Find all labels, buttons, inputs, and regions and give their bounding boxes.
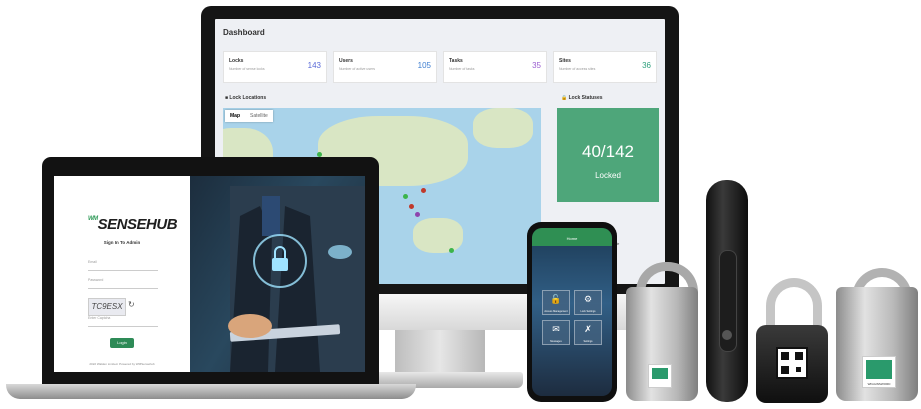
stat-label: Users (339, 58, 353, 64)
businessman-tablet-illustration (228, 186, 365, 372)
smartphone: Home 🔓 Access Management ⚙ Lock Settings ✉… (527, 222, 617, 402)
smart-cabinet-handle (706, 180, 748, 402)
stat-sub: Number of access sites (559, 67, 596, 71)
sensehub-logo: WMSENSEHUB (88, 216, 178, 233)
black-padlock (756, 325, 828, 403)
map-pin-icon[interactable] (415, 212, 420, 217)
lock-locations-heading: ■ Lock Locations (225, 95, 266, 101)
stat-value: 105 (417, 61, 431, 70)
signin-heading: Sign In To Admin (103, 240, 141, 245)
messages-tile[interactable]: ✉ Messages (542, 320, 570, 345)
laptop-base (6, 384, 416, 399)
password-field[interactable]: Password (88, 278, 158, 289)
stat-value: 35 (532, 61, 541, 70)
stat-card-users[interactable]: Users Number of active users 105 (333, 51, 437, 83)
email-field[interactable]: Email (88, 260, 158, 271)
stat-card-tasks[interactable]: Tasks Number of tasks 35 (443, 51, 547, 83)
refresh-icon[interactable]: ↻ (128, 300, 135, 309)
lock-statuses-heading: 🔒 Lock Statuses (561, 95, 603, 101)
tab-satellite[interactable]: Satellite (245, 110, 273, 122)
locked-status-card[interactable]: 40/142 Locked (557, 108, 659, 202)
lock-locations-title: Lock Locations (229, 95, 267, 101)
settings-tile[interactable]: ✗ Settings (574, 320, 602, 345)
map-pin-icon[interactable] (403, 194, 408, 199)
lock-icon: 🔒 (561, 95, 569, 101)
qr-code-icon (776, 347, 808, 379)
locked-label: Locked (595, 171, 621, 180)
login-button[interactable]: Login (110, 338, 134, 348)
tab-map[interactable]: Map (225, 110, 245, 122)
lock-statuses-title: Lock Statuses (568, 95, 603, 101)
map-type-tabs: Map Satellite (225, 110, 273, 122)
padlock-shackle (766, 278, 822, 331)
stat-label: Sites (559, 58, 571, 64)
brand-tag (648, 364, 672, 388)
app-header: Home (532, 228, 612, 246)
mobile-app-screen: Home 🔓 Access Management ⚙ Lock Settings ✉… (532, 228, 612, 396)
login-panel: WMSENSEHUB Sign In To Admin Email Passwo… (54, 176, 190, 372)
stat-label: Locks (229, 58, 244, 64)
hero-photo (190, 176, 365, 372)
stat-sub: Number of tasks (449, 67, 475, 71)
stat-sub: Number of active users (339, 67, 375, 71)
stat-sub: Number of sense locks (229, 67, 265, 71)
locked-count: 40/142 (582, 142, 634, 161)
access-management-tile[interactable]: 🔓 Access Management (542, 290, 570, 315)
captcha-field[interactable]: Enter Captcha (88, 316, 158, 327)
stat-value: 36 (642, 61, 651, 70)
map-pin-icon[interactable] (449, 248, 454, 253)
stat-label: Tasks (449, 58, 463, 64)
page-title: Dashboard (223, 28, 265, 37)
stat-card-sites[interactable]: Sites Number of access sites 36 (553, 51, 657, 83)
brand-tag-text: WIGGINSWORD (867, 382, 891, 386)
lock-settings-tile[interactable]: ⚙ Lock Settings (574, 290, 602, 315)
laptop: WMSENSEHUB Sign In To Admin Email Passwo… (42, 157, 379, 386)
captcha-image: TC9ESX (88, 298, 126, 316)
monitor-stand (395, 330, 485, 378)
login-screen: WMSENSEHUB Sign In To Admin Email Passwo… (54, 176, 365, 372)
map-pin-icon[interactable] (409, 204, 414, 209)
stat-card-locks[interactable]: Locks Number of sense locks 143 (223, 51, 327, 83)
stat-value: 143 (307, 61, 321, 70)
login-footer: 2022 Walden Limited. Powered by WMSenseh… (89, 362, 155, 366)
map-pin-icon[interactable] (421, 188, 426, 193)
brand-tag: WIGGINSWORD (862, 356, 896, 388)
